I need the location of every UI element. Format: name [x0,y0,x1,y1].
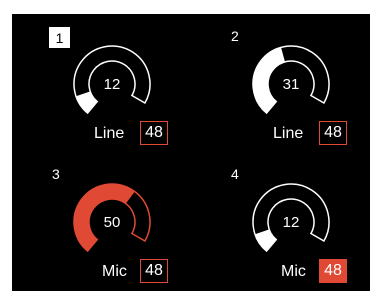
phantom-48v-button[interactable]: 48 [140,259,168,283]
level-knob[interactable]: 12 [64,36,160,132]
input-mode-label[interactable]: Mic [102,263,127,281]
channel-number: 2 [231,28,239,44]
knob-value: 50 [103,213,121,231]
phantom-48v-button[interactable]: 48 [319,121,347,145]
channel-number: 3 [52,166,60,182]
level-knob[interactable]: 50 [64,174,160,270]
channel-3[interactable]: 3 50 Mic 48 [12,152,191,290]
level-knob[interactable]: 31 [243,36,339,132]
knob-value: 12 [282,213,300,231]
phantom-48v-button[interactable]: 48 [140,121,168,145]
mixer-screen: 1 12 Line 48 2 31 Line 48 3 50 Mic 48 4 … [12,14,370,291]
knob-value: 12 [103,75,121,93]
input-mode-label[interactable]: Line [94,125,124,143]
level-knob[interactable]: 12 [243,174,339,270]
input-mode-label[interactable]: Line [273,125,303,143]
knob-value: 31 [282,75,300,93]
channel-4[interactable]: 4 12 Mic 48 [191,152,370,290]
channel-1[interactable]: 1 12 Line 48 [12,14,191,152]
input-mode-label[interactable]: Mic [281,263,306,281]
phantom-48v-button[interactable]: 48 [319,259,347,283]
channel-2[interactable]: 2 31 Line 48 [191,14,370,152]
channel-number: 4 [231,166,239,182]
